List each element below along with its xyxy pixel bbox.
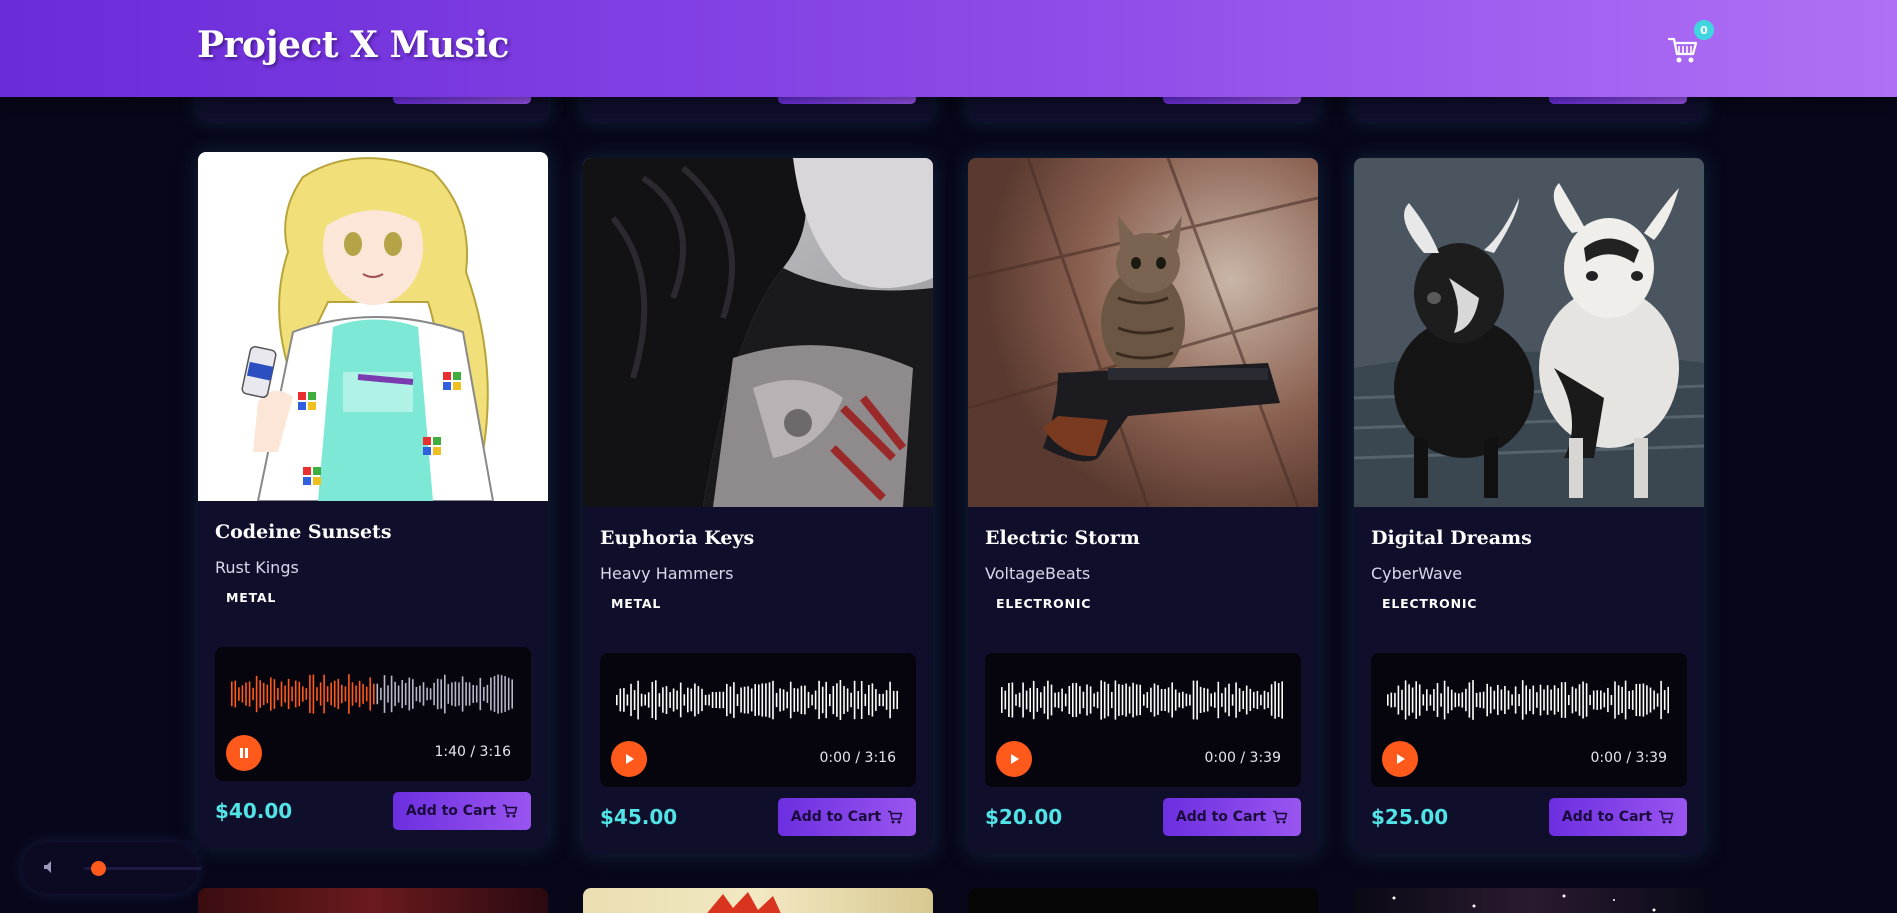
- track-card: Electric Storm VoltageBeats ELECTRONIC 0…: [968, 158, 1318, 854]
- add-to-cart-label: Add to Cart: [790, 809, 882, 825]
- track-artist: Rust Kings: [215, 558, 299, 577]
- add-to-cart-label: Add to Cart: [1561, 809, 1653, 825]
- track-price: $40.00: [215, 799, 293, 823]
- speaker-icon[interactable]: [42, 859, 58, 875]
- play-button[interactable]: [996, 741, 1032, 777]
- track-artist: CyberWave: [1371, 564, 1463, 583]
- track-price: $45.00: [600, 805, 678, 829]
- audio-player: 0:00 / 3:16: [600, 653, 916, 787]
- add-to-cart-label: Add to Cart: [405, 803, 497, 819]
- track-artist: VoltageBeats: [985, 564, 1091, 583]
- track-card: Codeine Sunsets Rust Kings METAL 1:40 / …: [198, 152, 548, 848]
- album-art-dark-hair: [583, 158, 933, 507]
- volume-slider-handle[interactable]: [91, 861, 107, 876]
- brand-logo[interactable]: Project X Music: [197, 24, 509, 66]
- add-to-cart-button[interactable]: Add to Cart: [393, 792, 531, 830]
- cart-icon: [1273, 810, 1288, 824]
- audio-player: 0:00 / 3:39: [985, 653, 1301, 787]
- genre-tag: ELECTRONIC: [1371, 590, 1489, 616]
- pause-icon: [240, 748, 248, 758]
- track-price: $20.00: [985, 805, 1063, 829]
- album-art-partial: [1354, 888, 1704, 913]
- play-icon: [626, 754, 634, 764]
- track-time: 1:40 / 3:16: [434, 744, 512, 760]
- audio-player: 0:00 / 3:39: [1371, 653, 1687, 787]
- play-button[interactable]: [611, 741, 647, 777]
- track-card: Euphoria Keys Heavy Hammers METAL 0:00 /…: [583, 158, 933, 854]
- track-time: 0:00 / 3:16: [819, 750, 897, 766]
- volume-control: [22, 842, 202, 894]
- cart-count-badge: 0: [1694, 20, 1714, 40]
- album-art-partial: [583, 888, 933, 913]
- cart-icon: [1659, 810, 1674, 824]
- genre-tag: ELECTRONIC: [985, 590, 1103, 616]
- waveform[interactable]: [1387, 679, 1671, 721]
- track-title[interactable]: Digital Dreams: [1371, 527, 1532, 549]
- waveform[interactable]: [1001, 679, 1285, 721]
- track-time: 0:00 / 3:39: [1204, 750, 1282, 766]
- cart-button[interactable]: 0: [1668, 20, 1714, 66]
- track-title[interactable]: Codeine Sunsets: [215, 521, 392, 543]
- genre-tag: METAL: [215, 584, 288, 610]
- add-to-cart-button[interactable]: Add to Cart: [1163, 798, 1301, 836]
- site-header: Project X Music 0: [0, 0, 1897, 97]
- add-to-cart-button[interactable]: Add to Cart: [1549, 798, 1687, 836]
- track-artist: Heavy Hammers: [600, 564, 734, 583]
- track-title[interactable]: Electric Storm: [985, 527, 1140, 549]
- genre-tag: METAL: [600, 590, 673, 616]
- add-to-cart-button[interactable]: Add to Cart: [778, 798, 916, 836]
- track-time: 0:00 / 3:39: [1590, 750, 1668, 766]
- cart-icon: [503, 804, 518, 818]
- album-art-partial: [198, 888, 548, 913]
- audio-player: 1:40 / 3:16: [215, 647, 531, 781]
- cart-icon: [1668, 37, 1698, 63]
- album-art-goats: [1354, 158, 1704, 507]
- play-icon: [1011, 754, 1019, 764]
- track-price: $25.00: [1371, 805, 1449, 829]
- play-icon: [1397, 754, 1405, 764]
- pause-button[interactable]: [226, 735, 262, 771]
- track-card: Digital Dreams CyberWave ELECTRONIC 0:00…: [1354, 158, 1704, 854]
- track-title[interactable]: Euphoria Keys: [600, 527, 754, 549]
- album-art-anime-girl: [198, 152, 548, 501]
- waveform[interactable]: [231, 673, 515, 715]
- waveform[interactable]: [616, 679, 900, 721]
- album-art-kitten-pistol: [968, 158, 1318, 507]
- play-button[interactable]: [1382, 741, 1418, 777]
- add-to-cart-label: Add to Cart: [1175, 809, 1267, 825]
- album-art-partial: [968, 888, 1318, 913]
- cart-icon: [888, 810, 903, 824]
